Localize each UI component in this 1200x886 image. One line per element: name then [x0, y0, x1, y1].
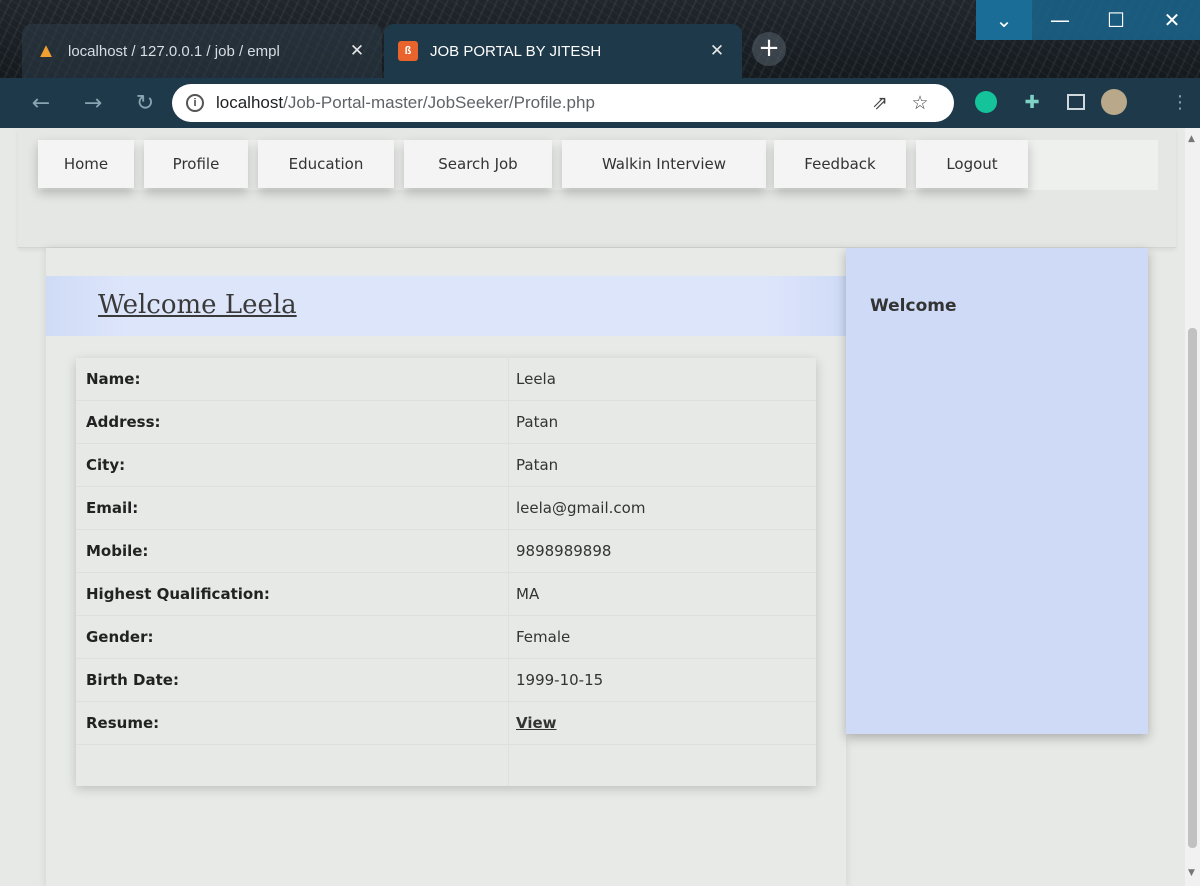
field-value: MA: [516, 585, 540, 603]
field-label: Name:: [86, 370, 141, 388]
nav-feedback[interactable]: Feedback: [774, 140, 906, 188]
field-label: Birth Date:: [86, 671, 179, 689]
field-value: Leela: [516, 370, 556, 388]
field-value: 9898989898: [516, 542, 612, 560]
table-row: Highest Qualification: MA: [76, 573, 816, 616]
sidebar: Welcome: [846, 248, 1148, 734]
table-row: Gender: Female: [76, 616, 816, 659]
avatar[interactable]: [1100, 88, 1128, 116]
close-window-button[interactable]: ✕: [1144, 0, 1200, 40]
minimize-button[interactable]: —: [1032, 0, 1088, 40]
maximize-button[interactable]: ☐: [1088, 0, 1144, 40]
field-label: Email:: [86, 499, 139, 517]
resume-view-link[interactable]: View: [516, 714, 557, 732]
field-value: Patan: [516, 456, 559, 474]
scroll-up-icon[interactable]: ▲: [1188, 134, 1195, 144]
back-arrow-icon[interactable]: ←: [26, 91, 56, 116]
nav-education[interactable]: Education: [258, 140, 394, 188]
table-row: Address: Patan: [76, 401, 816, 444]
forward-arrow-icon[interactable]: →: [78, 91, 108, 116]
nav-walkin-interview[interactable]: Walkin Interview: [562, 140, 766, 188]
close-icon[interactable]: ✕: [706, 41, 728, 61]
nav-logout[interactable]: Logout: [916, 140, 1028, 188]
window-controls: ⌄ — ☐ ✕: [976, 0, 1200, 40]
info-icon[interactable]: i: [186, 94, 204, 112]
new-tab-button[interactable]: +: [752, 32, 786, 66]
browser-tab-phpmyadmin[interactable]: ▲ localhost / 127.0.0.1 / job / empl ✕: [22, 24, 382, 78]
share-icon[interactable]: ⇗: [860, 92, 900, 115]
profile-table: Name: Leela Address: Patan City: Patan E…: [76, 358, 816, 786]
field-value: 1999-10-15: [516, 671, 604, 689]
field-label: Gender:: [86, 628, 154, 646]
table-row: Email: leela@gmail.com: [76, 487, 816, 530]
table-row: Mobile: 9898989898: [76, 530, 816, 573]
phpmyadmin-icon: ▲: [36, 39, 56, 62]
table-row: Birth Date: 1999-10-15: [76, 659, 816, 702]
tab-title: localhost / 127.0.0.1 / job / empl: [68, 42, 280, 60]
field-value: Female: [516, 628, 571, 646]
sidepanel-icon[interactable]: [1062, 88, 1090, 116]
field-label: Highest Qualification:: [86, 585, 270, 603]
welcome-bar: Welcome Leela: [46, 276, 846, 336]
reload-icon[interactable]: ↻: [130, 91, 160, 116]
nav-profile[interactable]: Profile: [144, 140, 248, 188]
address-bar[interactable]: i localhost/Job-Portal-master/JobSeeker/…: [172, 84, 954, 122]
browser-titlebar: ▲ localhost / 127.0.0.1 / job / empl ✕ ß…: [0, 0, 1200, 78]
table-row: City: Patan: [76, 444, 816, 487]
nav-home[interactable]: Home: [38, 140, 134, 188]
close-icon[interactable]: ✕: [346, 41, 368, 61]
field-label: Address:: [86, 413, 161, 431]
more-menu-icon[interactable]: ⋮: [1166, 88, 1194, 116]
nav-search-job[interactable]: Search Job: [404, 140, 552, 188]
field-value: leela@gmail.com: [516, 499, 646, 517]
field-label: Mobile:: [86, 542, 149, 560]
page-scrollbar[interactable]: ▲ ▼: [1185, 128, 1200, 886]
menu-band: Home Profile Education Search Job Walkin…: [18, 128, 1176, 248]
puzzle-icon[interactable]: ✚: [1018, 88, 1046, 116]
page-title[interactable]: Welcome Leela: [98, 290, 297, 320]
tab-title: JOB PORTAL BY JITESH: [430, 42, 602, 60]
field-value: Patan: [516, 413, 559, 431]
url-path: /Job-Portal-master/JobSeeker/Profile.php: [283, 93, 595, 112]
star-icon[interactable]: ☆: [900, 92, 940, 115]
table-row: Name: Leela: [76, 358, 816, 401]
field-label: City:: [86, 456, 126, 474]
sidebar-title: Welcome: [870, 296, 957, 316]
page-viewport: Home Profile Education Search Job Walkin…: [0, 128, 1185, 886]
table-row: Resume: View: [76, 702, 816, 745]
grammarly-icon[interactable]: [972, 88, 1000, 116]
url-host: localhost: [216, 93, 284, 112]
scroll-down-icon[interactable]: ▼: [1188, 868, 1195, 878]
browser-tab-job-portal[interactable]: ß JOB PORTAL BY JITESH ✕: [384, 24, 742, 78]
chevron-down-icon[interactable]: ⌄: [976, 0, 1032, 40]
main-content: Welcome Leela Name: Leela Address: Patan…: [46, 248, 846, 886]
scrollbar-thumb[interactable]: [1188, 328, 1197, 848]
nav-menu: Home Profile Education Search Job Walkin…: [38, 140, 1158, 190]
xampp-icon: ß: [398, 41, 418, 61]
field-label: Resume:: [86, 714, 160, 732]
